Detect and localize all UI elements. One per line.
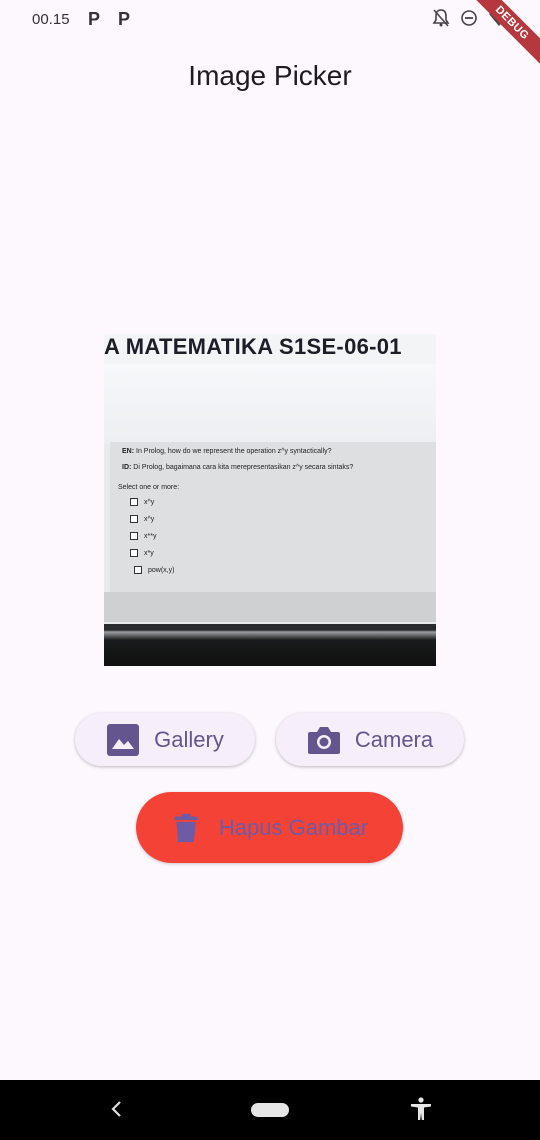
question-en: EN: In Prolog, how do we represent the o… <box>122 448 332 455</box>
photo-blank-area <box>104 364 436 444</box>
selected-image-preview: A MATEMATIKA S1SE-06-01 EN: In Prolog, h… <box>104 334 436 666</box>
trash-icon <box>174 813 198 842</box>
image-icon <box>107 723 140 756</box>
back-icon[interactable] <box>106 1098 128 1120</box>
do-not-disturb-icon <box>460 8 478 33</box>
app-notification-icon: P <box>88 9 101 29</box>
question-id: ID: Di Prolog, bagaimana cara kita merep… <box>122 464 353 471</box>
page-title: Image Picker <box>188 60 352 91</box>
option-item: x^y <box>130 498 154 506</box>
option-item: x*y <box>130 549 154 557</box>
status-time: 00.15 <box>32 11 70 28</box>
question-id-text: Di Prolog, bagaimana cara kita mereprese… <box>133 464 354 471</box>
camera-icon <box>307 726 340 754</box>
option-label: x*y <box>144 549 154 557</box>
option-item: x**y <box>130 532 156 540</box>
photo-monitor-bezel <box>104 624 436 666</box>
gallery-button[interactable]: Gallery <box>75 713 255 766</box>
question-instruction: Select one or more: <box>118 484 180 491</box>
accessibility-icon[interactable] <box>408 1096 434 1122</box>
option-item: x^y <box>130 515 154 523</box>
delete-image-button[interactable]: Hapus Gambar <box>136 792 403 863</box>
status-bar: 00.15 P P <box>0 0 540 40</box>
system-navigation-bar <box>0 1080 540 1140</box>
option-label: x^y <box>144 515 155 523</box>
question-en-text: In Prolog, how do we represent the opera… <box>136 448 332 455</box>
option-label: x**y <box>144 532 157 540</box>
gallery-button-label: Gallery <box>154 726 224 752</box>
option-label: pow(x,y) <box>148 566 175 574</box>
delete-button-label: Hapus Gambar <box>218 814 369 840</box>
question-en-prefix: EN: <box>122 448 135 455</box>
option-label: x^y <box>144 498 155 506</box>
photo-header-text: A MATEMATIKA S1SE-06-01 <box>104 334 436 364</box>
camera-button-label: Camera <box>354 726 434 752</box>
photo-question-panel: EN: In Prolog, how do we represent the o… <box>110 442 436 592</box>
app-notification-icon: P <box>118 9 131 29</box>
notifications-off-icon <box>432 8 450 33</box>
option-item: pow(x,y) <box>134 566 174 574</box>
question-id-prefix: ID: <box>122 464 132 471</box>
home-button[interactable] <box>251 1103 289 1117</box>
camera-button[interactable]: Camera <box>276 713 464 766</box>
photo-lower-area <box>104 592 436 622</box>
